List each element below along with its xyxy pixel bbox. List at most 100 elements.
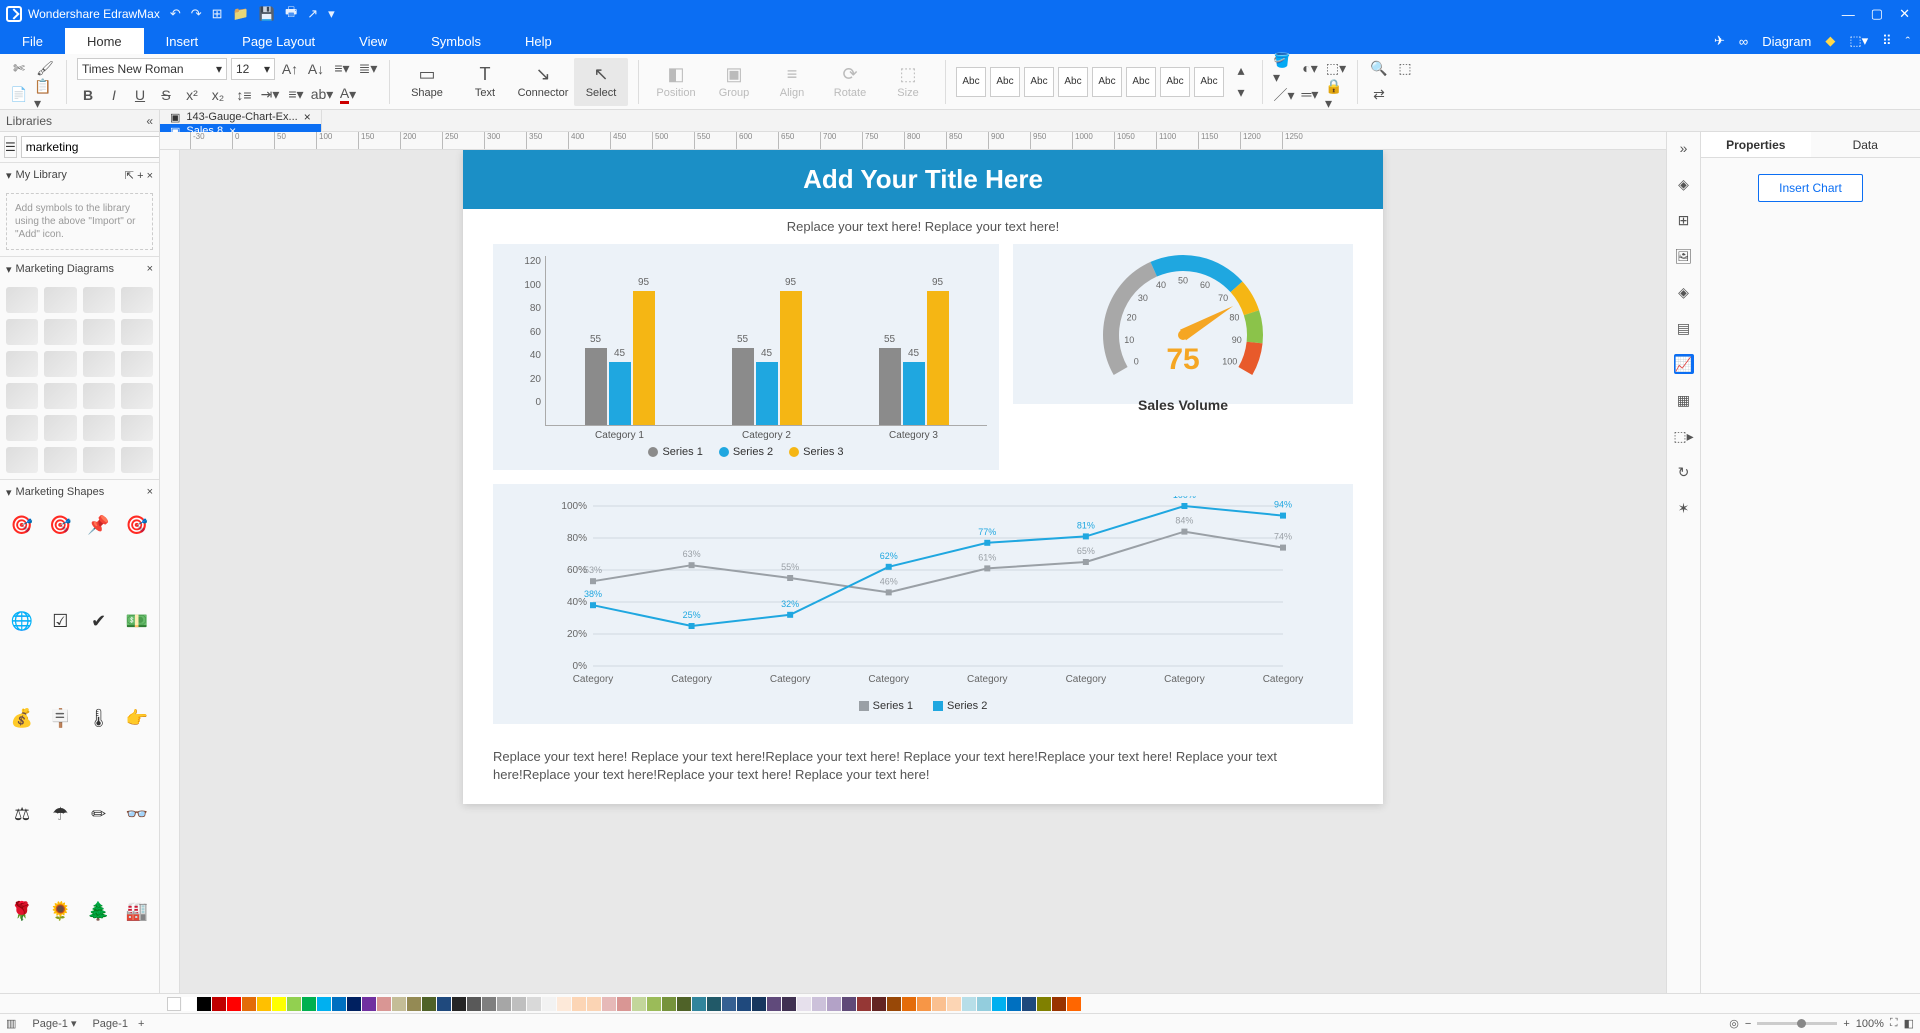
shape-thumb[interactable]: 👉 bbox=[121, 703, 153, 733]
style-up-icon[interactable]: ▴ bbox=[1230, 60, 1252, 82]
color-swatch[interactable] bbox=[212, 997, 226, 1011]
text-button[interactable]: TText bbox=[458, 58, 512, 106]
color-swatch[interactable] bbox=[557, 997, 571, 1011]
color-swatch[interactable] bbox=[482, 997, 496, 1011]
shape-thumb[interactable] bbox=[121, 415, 153, 441]
shape-thumb[interactable]: 🪧 bbox=[44, 703, 76, 733]
color-swatch[interactable] bbox=[287, 997, 301, 1011]
shape-thumb[interactable] bbox=[6, 319, 38, 345]
shape-thumb[interactable]: 💵 bbox=[121, 607, 153, 637]
color-swatch[interactable] bbox=[497, 997, 511, 1011]
menu-view[interactable]: View bbox=[337, 28, 409, 54]
new-icon[interactable]: ⊞ bbox=[212, 6, 223, 22]
color-swatch[interactable] bbox=[917, 997, 931, 1011]
zoom-slider[interactable] bbox=[1757, 1022, 1837, 1025]
color-swatch[interactable] bbox=[257, 997, 271, 1011]
close-section-icon[interactable]: × bbox=[147, 170, 153, 182]
search-input[interactable] bbox=[21, 136, 160, 158]
layout-icon[interactable]: ⊞ bbox=[1674, 210, 1694, 230]
close-tab-icon[interactable]: × bbox=[304, 110, 311, 124]
underline-icon[interactable]: U bbox=[129, 84, 151, 106]
collapse-ribbon-icon[interactable]: ˆ bbox=[1906, 34, 1910, 49]
shape-thumb[interactable] bbox=[121, 319, 153, 345]
menu-file[interactable]: File bbox=[0, 28, 65, 54]
color-swatch[interactable] bbox=[827, 997, 841, 1011]
color-swatch[interactable] bbox=[527, 997, 541, 1011]
color-swatch[interactable] bbox=[1037, 997, 1051, 1011]
font-family-select[interactable]: Times New Roman▾ bbox=[77, 58, 227, 80]
color-swatch[interactable] bbox=[227, 997, 241, 1011]
color-swatch[interactable] bbox=[737, 997, 751, 1011]
color-swatch[interactable] bbox=[962, 997, 976, 1011]
color-swatch[interactable] bbox=[887, 997, 901, 1011]
color-swatch[interactable] bbox=[782, 997, 796, 1011]
group-button[interactable]: ▣Group bbox=[707, 58, 761, 106]
copy-icon[interactable]: 📄 bbox=[8, 84, 30, 106]
layers-icon[interactable]: ◈ bbox=[1674, 282, 1694, 302]
image-icon[interactable]: 🖼 bbox=[1674, 246, 1694, 266]
color-swatch[interactable] bbox=[602, 997, 616, 1011]
fill-icon[interactable]: 🪣▾ bbox=[1273, 58, 1295, 80]
color-swatch[interactable] bbox=[677, 997, 691, 1011]
shape-thumb[interactable] bbox=[83, 383, 115, 409]
position-button[interactable]: ◧Position bbox=[649, 58, 703, 106]
style-gallery[interactable]: AbcAbcAbcAbcAbcAbcAbcAbc bbox=[956, 67, 1224, 97]
shape-thumb[interactable]: 🌲 bbox=[83, 896, 115, 926]
paste-icon[interactable]: 📋▾ bbox=[34, 84, 56, 106]
color-swatch[interactable] bbox=[332, 997, 346, 1011]
shape-thumb[interactable] bbox=[6, 415, 38, 441]
align-top-icon[interactable]: ≡▾ bbox=[331, 58, 353, 80]
diagram-label[interactable]: Diagram bbox=[1762, 34, 1811, 49]
bold-icon[interactable]: B bbox=[77, 84, 99, 106]
color-swatch[interactable] bbox=[452, 997, 466, 1011]
shape-thumb[interactable]: 📌 bbox=[83, 510, 115, 540]
shape-thumb[interactable]: ☂ bbox=[44, 800, 76, 830]
color-swatch[interactable] bbox=[272, 997, 286, 1011]
shape-thumb[interactable] bbox=[83, 287, 115, 313]
shape-thumb[interactable] bbox=[121, 383, 153, 409]
page-props-icon[interactable]: ▤ bbox=[1674, 318, 1694, 338]
color-swatch[interactable] bbox=[722, 997, 736, 1011]
save-icon[interactable]: 💾 bbox=[259, 6, 275, 22]
color-swatch[interactable] bbox=[587, 997, 601, 1011]
color-swatch[interactable] bbox=[977, 997, 991, 1011]
shape-thumb[interactable]: 🎯 bbox=[121, 510, 153, 540]
shape-thumb[interactable]: 🌻 bbox=[44, 896, 76, 926]
style-swatch[interactable]: Abc bbox=[1194, 67, 1224, 97]
style-swatch[interactable]: Abc bbox=[1092, 67, 1122, 97]
font-size-select[interactable]: 12▾ bbox=[231, 58, 275, 80]
color-swatch[interactable] bbox=[467, 997, 481, 1011]
apps-icon[interactable]: ⠿ bbox=[1882, 33, 1892, 49]
shape-thumb[interactable] bbox=[121, 447, 153, 473]
color-swatch[interactable] bbox=[932, 997, 946, 1011]
share-icon[interactable]: ∞ bbox=[1739, 34, 1748, 49]
color-swatch[interactable] bbox=[1007, 997, 1021, 1011]
close-icon[interactable]: ✕ bbox=[1899, 6, 1910, 22]
shape-thumb[interactable]: ☑ bbox=[44, 607, 76, 637]
style-swatch[interactable]: Abc bbox=[956, 67, 986, 97]
shape-thumb[interactable] bbox=[44, 287, 76, 313]
shape-thumb[interactable]: 🌹 bbox=[6, 896, 38, 926]
lock-icon[interactable]: 🔒▾ bbox=[1325, 84, 1347, 106]
font-color-icon[interactable]: A▾ bbox=[337, 84, 359, 106]
line-style-icon[interactable]: ═▾ bbox=[1299, 84, 1321, 106]
chart-icon[interactable]: 📈 bbox=[1674, 354, 1694, 374]
shape-thumb[interactable]: 💰 bbox=[6, 703, 38, 733]
style-swatch[interactable]: Abc bbox=[1126, 67, 1156, 97]
page-select[interactable]: Page-1 ▾ bbox=[26, 1017, 82, 1030]
menu-help[interactable]: Help bbox=[503, 28, 574, 54]
italic-icon[interactable]: I bbox=[103, 84, 125, 106]
color-swatch[interactable] bbox=[182, 997, 196, 1011]
line-spacing-icon[interactable]: ↕≡ bbox=[233, 84, 255, 106]
shape-thumb[interactable] bbox=[83, 319, 115, 345]
shape-thumb[interactable]: 🎯 bbox=[44, 510, 76, 540]
shape-thumb[interactable] bbox=[6, 447, 38, 473]
bar-chart[interactable]: 120100806040200554595Category 1554595Cat… bbox=[493, 244, 999, 470]
color-swatch[interactable] bbox=[692, 997, 706, 1011]
page[interactable]: Add Your Title Here Replace your text he… bbox=[463, 150, 1383, 804]
color-swatch[interactable] bbox=[842, 997, 856, 1011]
color-swatch[interactable] bbox=[1067, 997, 1081, 1011]
open-icon[interactable]: 📁 bbox=[233, 6, 249, 22]
canvas-scroll[interactable]: Add Your Title Here Replace your text he… bbox=[180, 150, 1666, 993]
maximize-icon[interactable]: ▢ bbox=[1871, 6, 1883, 22]
